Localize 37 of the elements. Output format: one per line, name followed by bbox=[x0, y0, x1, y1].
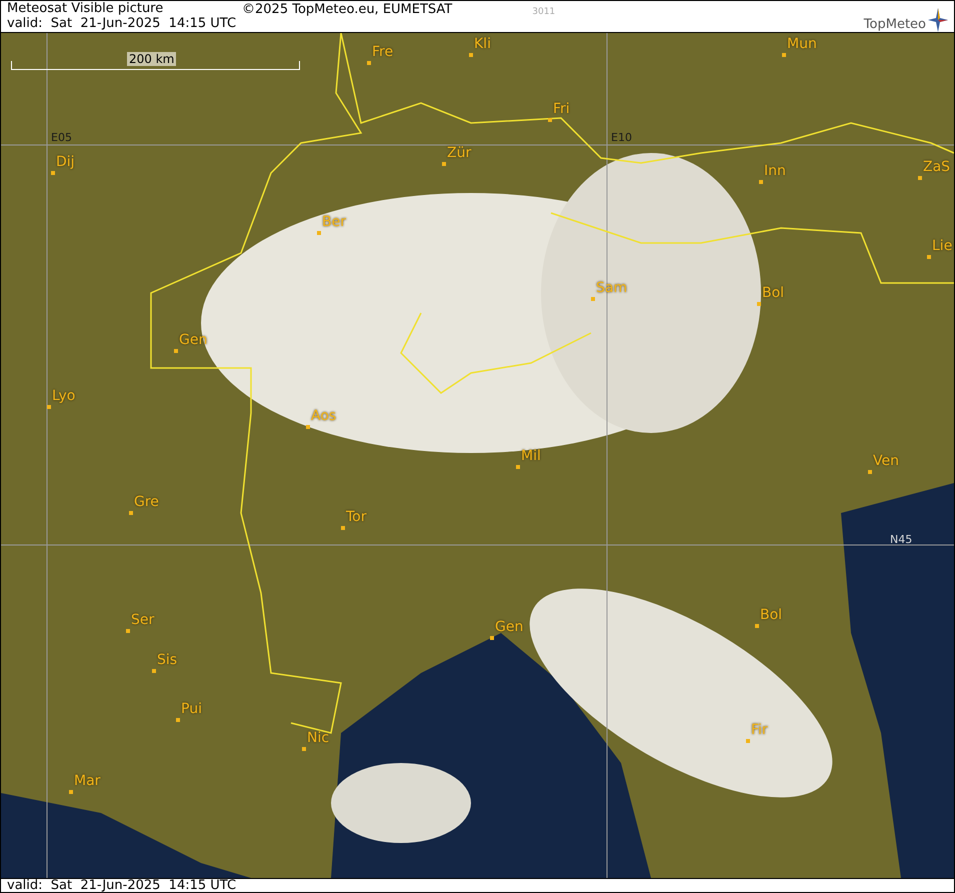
place-label: Mil bbox=[521, 448, 541, 464]
picture-title: Meteosat Visible picture bbox=[7, 1, 164, 16]
place-label: Inn bbox=[764, 163, 786, 179]
place-label: Gen bbox=[495, 619, 524, 635]
place-label: Mun bbox=[787, 36, 817, 52]
logo-text: TopMeteo bbox=[864, 17, 926, 32]
place-label: Kli bbox=[474, 36, 491, 52]
place-label: ZaS bbox=[923, 159, 950, 175]
place-label: Tor bbox=[346, 509, 366, 525]
grid-label: E10 bbox=[611, 131, 632, 144]
place-label: Fri bbox=[553, 101, 570, 117]
place-label: Fre bbox=[372, 44, 394, 60]
place-label: Aos bbox=[311, 408, 336, 424]
place-label: Zür bbox=[447, 145, 472, 161]
place-label: Ven bbox=[873, 453, 899, 469]
place-label: Bol bbox=[762, 285, 784, 301]
place-label: Ser bbox=[131, 612, 154, 628]
place-label: Mar bbox=[74, 773, 100, 789]
place-label: Pui bbox=[181, 701, 202, 717]
grid-label: E05 bbox=[51, 131, 72, 144]
place-label: Fir bbox=[751, 722, 768, 738]
place-label: Dij bbox=[56, 154, 75, 170]
valid-time: valid: Sat 21-Jun-2025 14:15 UTC bbox=[7, 16, 238, 31]
grid-label: N45 bbox=[890, 533, 912, 546]
image-code: 3011 bbox=[532, 7, 556, 17]
place-label: Sam bbox=[596, 280, 628, 296]
copyright-text: ©2025 TopMeteo.eu, EUMETSAT bbox=[242, 2, 452, 17]
place-label: Lie bbox=[932, 238, 952, 254]
place-label: Sis bbox=[157, 652, 178, 668]
valid-time: valid: Sat 21-Jun-2025 14:15 UTC bbox=[7, 878, 236, 893]
place-label: Ber bbox=[322, 214, 346, 230]
scale-label: 200 km bbox=[127, 52, 176, 66]
compass-star-icon bbox=[928, 8, 948, 32]
place-label: Bol bbox=[760, 607, 782, 623]
place-label: Gre bbox=[134, 494, 159, 510]
place-label: Lyo bbox=[52, 388, 76, 404]
place-label: Nic bbox=[307, 730, 330, 746]
